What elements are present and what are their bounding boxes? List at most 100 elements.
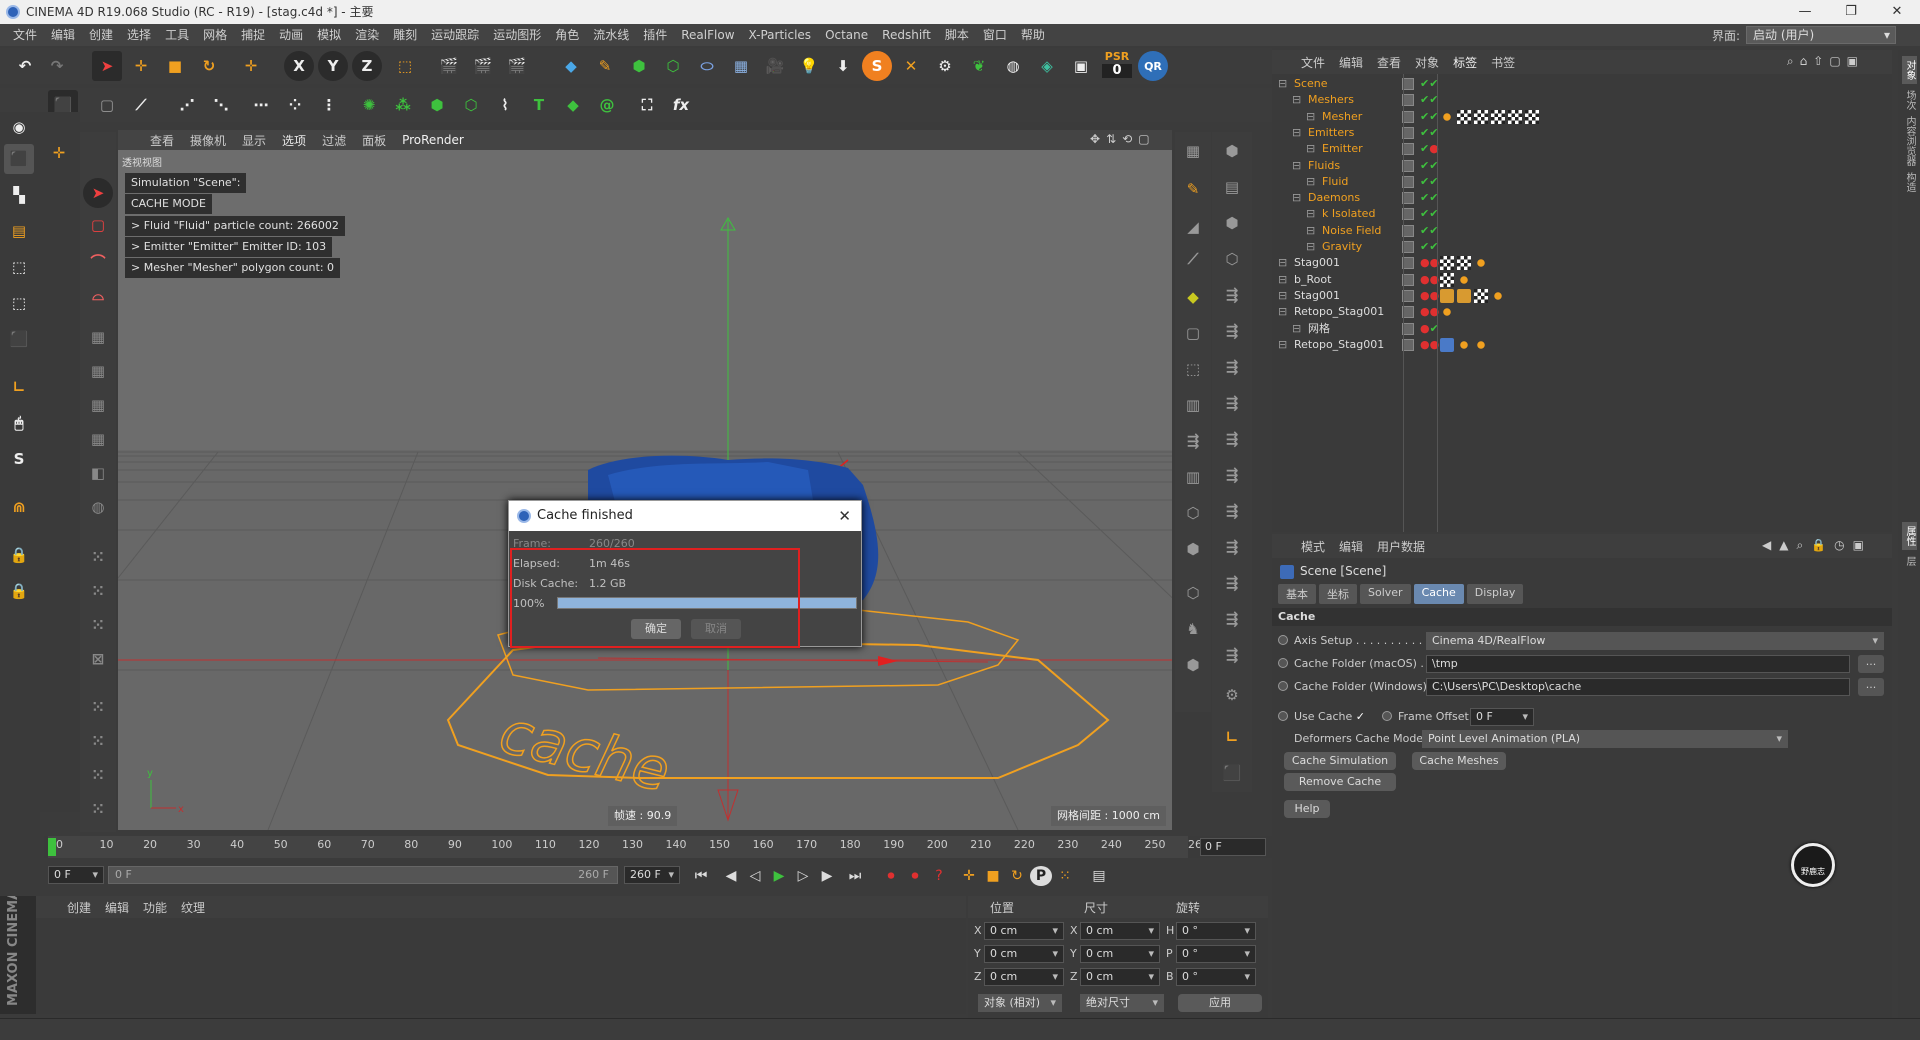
polyline-icon[interactable]: ⋯ (246, 90, 276, 120)
tweak-mode-icon[interactable]: 🖱 (4, 408, 34, 438)
right-tool-4-icon[interactable]: ▢ (1178, 318, 1208, 348)
right-tool-1-icon[interactable]: ▦ (1178, 136, 1208, 166)
sculpt-tool-icon[interactable]: ◆ (1178, 282, 1208, 312)
model-tools-icon[interactable]: ▦ (83, 322, 113, 352)
right-tool-11-icon[interactable]: ⬡ (1178, 578, 1208, 608)
live-selection-icon[interactable]: ➤ (92, 51, 122, 81)
far-right-15-icon[interactable]: ⇶ (1217, 640, 1247, 670)
undo-icon[interactable]: ↶ (10, 51, 40, 81)
attribute-menu-item[interactable]: 模式 (1294, 538, 1332, 555)
preview-range-slider[interactable]: 0 F 260 F (108, 866, 618, 884)
cache-meshes-button[interactable]: Cache Meshes (1412, 752, 1506, 770)
menu-item[interactable]: 渲染 (348, 24, 386, 46)
xparticles-icon[interactable]: S (862, 51, 892, 81)
lock-axis-icon[interactable]: 🔒 (4, 576, 34, 606)
camera-tag-icon[interactable] (1440, 288, 1454, 303)
add-point-icon[interactable]: ✛ (44, 138, 74, 168)
menu-item[interactable]: 帮助 (1014, 24, 1052, 46)
menu-item[interactable]: 捕捉 (234, 24, 272, 46)
spline-select-icon[interactable]: ⋰ (172, 90, 202, 120)
coordinate-system-icon[interactable]: ⬚ (390, 51, 420, 81)
qr-plugin-icon[interactable]: QR (1138, 51, 1168, 81)
redshift-icon[interactable]: ❦ (964, 51, 994, 81)
spray-tool-icon[interactable]: ⛶ (632, 90, 662, 120)
grid-tools-4-icon[interactable]: ⁙ (83, 692, 113, 722)
menu-item[interactable]: RealFlow (674, 24, 741, 46)
grid-tools-1-icon[interactable]: ⁙ (83, 542, 113, 572)
browse-mac-button[interactable]: ... (1858, 655, 1884, 673)
render-view-icon[interactable]: 🎬 (434, 51, 464, 81)
object-menu-item[interactable]: 书签 (1484, 54, 1522, 71)
right-tool-2-icon[interactable]: ◢ (1178, 212, 1208, 242)
pen-spline-icon[interactable]: ✎ (590, 51, 620, 81)
xpresso-tag-icon[interactable] (1440, 305, 1454, 320)
texture-tag-icon[interactable] (1474, 288, 1488, 303)
far-right-7-icon[interactable]: ⇶ (1217, 352, 1247, 382)
viewport-menu-item[interactable]: 摄像机 (182, 132, 234, 149)
cache-simulation-button[interactable]: Cache Simulation (1284, 752, 1396, 770)
viewport-menu-item[interactable]: 面板 (354, 132, 394, 149)
rotation-input[interactable]: 0 ° (1176, 945, 1256, 963)
material-menu-item[interactable]: 纹理 (174, 899, 212, 916)
polygon-select-icon[interactable]: ⌓ (83, 280, 113, 310)
position-input[interactable]: 0 cm (984, 922, 1064, 940)
texture-tag-icon[interactable] (1525, 109, 1539, 124)
pan-view-icon[interactable]: ✥ (1090, 132, 1100, 146)
x-axis-lock-icon[interactable]: X (284, 51, 314, 81)
next-key-icon[interactable]: ▶ (816, 866, 838, 886)
texture-tag-icon[interactable] (1491, 109, 1505, 124)
apply-button[interactable]: 应用 (1178, 994, 1262, 1012)
axis-one-icon[interactable]: ∟ (1217, 722, 1247, 752)
deformers-cache-dropdown[interactable]: Point Level Animation (PLA) (1422, 730, 1788, 748)
knife-tool-icon[interactable]: ⟋ (126, 90, 156, 120)
search-icon[interactable]: ⌕ (1787, 54, 1794, 69)
menu-item[interactable]: 插件 (636, 24, 674, 46)
menu-item[interactable]: 动画 (272, 24, 310, 46)
play-icon[interactable]: ▶ (768, 866, 790, 886)
viewport-menu-item[interactable]: 过滤 (314, 132, 354, 149)
gear-generator-icon[interactable]: ✺ (354, 90, 384, 120)
grid-points-icon[interactable]: ⋮ (314, 90, 344, 120)
light-icon[interactable]: 💡 (794, 51, 824, 81)
prev-frame-icon[interactable]: ◁ (744, 866, 766, 886)
cache-folder-mac-input[interactable]: \tmp (1426, 655, 1850, 673)
menu-item[interactable]: 模拟 (310, 24, 348, 46)
xpresso-tag-icon[interactable] (1457, 272, 1471, 287)
lock-element-icon[interactable]: 🔒 (1811, 538, 1826, 553)
go-to-start-icon[interactable]: ⏮ (690, 866, 712, 886)
far-right-2-icon[interactable]: ▤ (1217, 172, 1247, 202)
grid-tools-7-icon[interactable]: ⁙ (83, 794, 113, 824)
cache-mac-animate-icon[interactable] (1278, 658, 1288, 668)
far-right-4-icon[interactable]: ⬡ (1217, 244, 1247, 274)
rect-select-icon[interactable]: ▢ (83, 210, 113, 240)
home-icon[interactable]: ⌂ (1800, 54, 1808, 69)
far-right-6-icon[interactable]: ⇶ (1217, 316, 1247, 346)
up-arrow-icon[interactable]: ▲ (1779, 538, 1788, 553)
object-menu-item[interactable]: 文件 (1294, 54, 1332, 71)
axis-setup-dropdown[interactable]: Cinema 4D/RealFlow (1426, 632, 1884, 650)
axis-mode-icon[interactable]: ∟ (4, 372, 34, 402)
attribute-tab[interactable]: 坐标 (1319, 584, 1357, 604)
realflow-download-icon[interactable]: ⬇ (828, 51, 858, 81)
far-right-9-icon[interactable]: ⇶ (1217, 424, 1247, 454)
move-tool-icon[interactable]: ✛ (126, 51, 156, 81)
model-mode-icon[interactable]: ⬛ (4, 144, 34, 174)
xpresso-tag-icon[interactable] (1474, 256, 1488, 271)
viewport-menu-item[interactable]: 显示 (234, 132, 274, 149)
z-axis-lock-icon[interactable]: Z (352, 51, 382, 81)
xpresso-tag-icon[interactable] (1491, 288, 1505, 303)
right-tool-3-icon[interactable]: ⟋ (1178, 244, 1208, 274)
size-input[interactable]: 0 cm (1080, 968, 1160, 986)
menu-item[interactable]: 选择 (120, 24, 158, 46)
subdivision-surface-icon[interactable]: ⬢ (624, 51, 654, 81)
manager-tab[interactable]: 属性 (1902, 522, 1917, 550)
manager-tab[interactable]: 场次 (1902, 90, 1917, 110)
ok-button[interactable]: 确定 (631, 619, 681, 639)
grid-tools-2-icon[interactable]: ⁙ (83, 576, 113, 606)
key-parameter-icon[interactable]: P (1030, 866, 1052, 886)
timeline-window-icon[interactable]: ▤ (1088, 866, 1110, 886)
edges-mode-icon[interactable]: ⬚ (4, 288, 34, 318)
menu-item[interactable]: 网格 (196, 24, 234, 46)
attribute-tab[interactable]: Cache (1413, 584, 1464, 604)
points-mode-icon[interactable]: ⬚ (4, 252, 34, 282)
